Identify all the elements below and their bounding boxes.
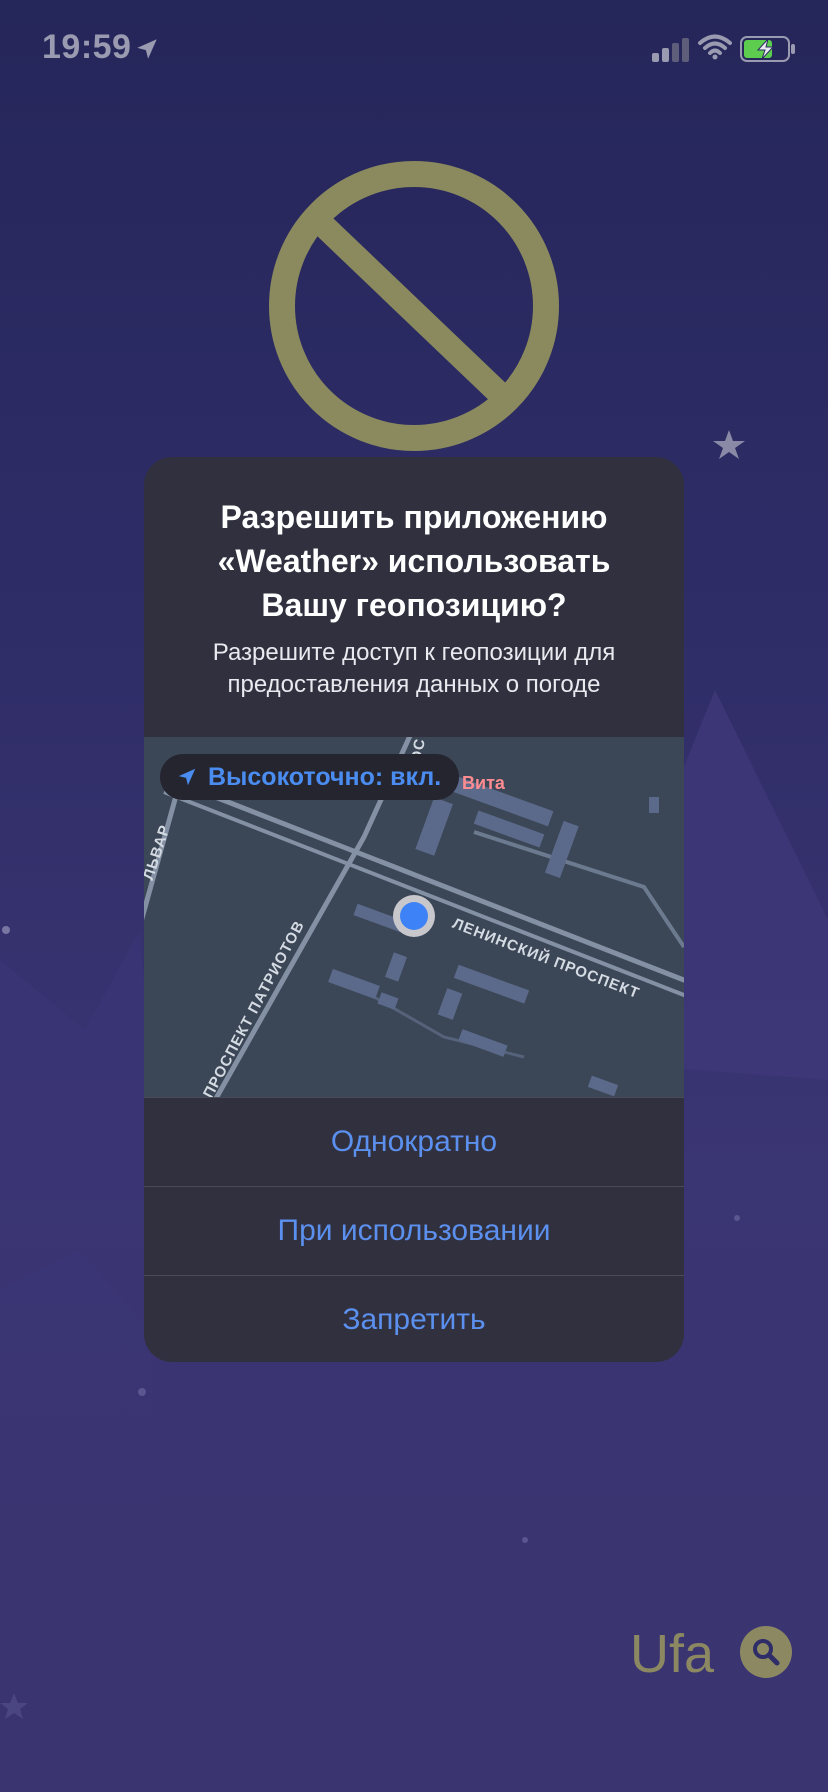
- precise-location-toggle[interactable]: Высокоточно: вкл.: [160, 754, 460, 800]
- battery-charging-icon: [740, 36, 795, 62]
- no-entry-icon: [269, 161, 559, 451]
- wifi-icon: [698, 34, 732, 60]
- current-location-dot: [393, 895, 435, 937]
- alert-title: Разрешить приложению «Weather» использов…: [217, 499, 611, 623]
- cellular-signal-icon: [652, 38, 689, 62]
- location-map-preview: ЛЕНИНСКИЙ ПРОСПЕКТ ПРОСПЕКТ ПАТРИОТОВ ЛЬ…: [144, 737, 684, 1097]
- map-poi-label: Вита: [462, 773, 505, 793]
- allow-while-using-button[interactable]: При использовании: [144, 1186, 684, 1275]
- status-time: 19:59: [42, 28, 132, 66]
- allow-once-button[interactable]: Однократно: [144, 1097, 684, 1186]
- location-arrow-icon: [137, 39, 157, 59]
- search-icon: [753, 1639, 780, 1666]
- search-button[interactable]: [740, 1626, 792, 1678]
- deny-button[interactable]: Запретить: [144, 1275, 684, 1362]
- city-name[interactable]: Ufa: [630, 1623, 714, 1685]
- alert-message: Разрешите доступ к геопозиции для предос…: [212, 639, 616, 698]
- precise-location-label: Высокоточно: вкл.: [208, 762, 442, 791]
- location-permission-alert: Разрешить приложению «Weather» использов…: [144, 457, 684, 1362]
- location-arrow-icon: [178, 768, 196, 786]
- alert-actions: Однократно При использовании Запретить: [144, 1097, 684, 1362]
- star-icon: [713, 430, 745, 459]
- status-bar: 19:59: [0, 0, 828, 100]
